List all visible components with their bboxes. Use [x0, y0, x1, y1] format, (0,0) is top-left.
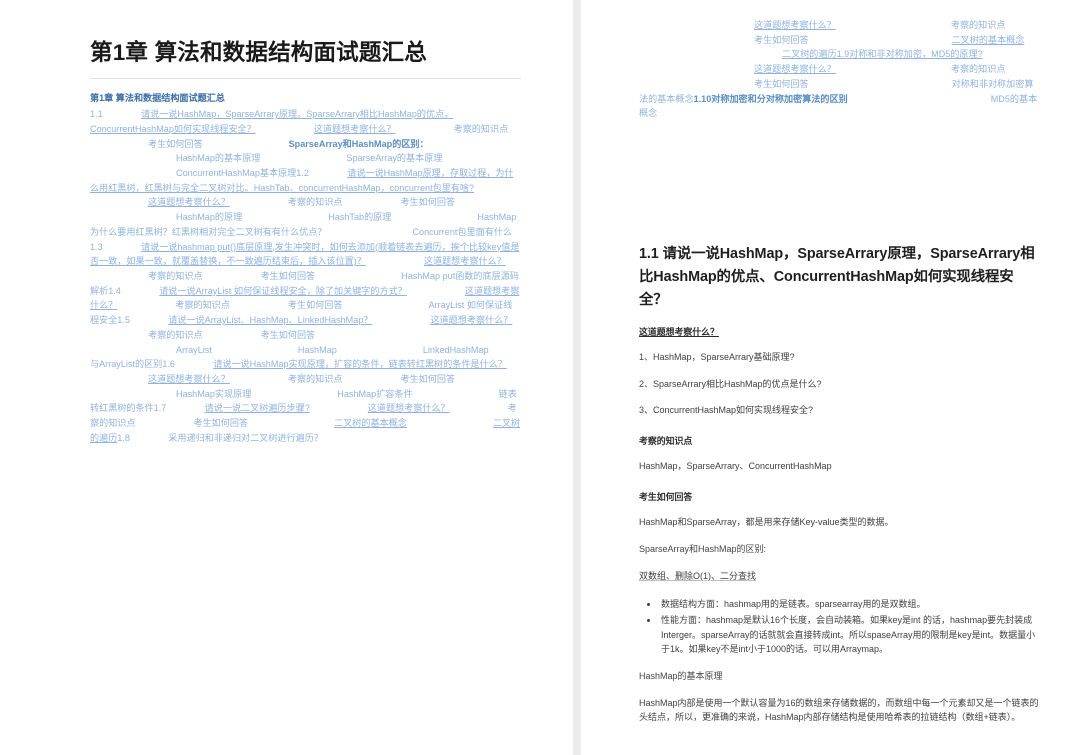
difference-summary: 双数组、删除O(1)、二分查找	[639, 570, 757, 581]
toc-right-entry[interactable]: 考察的知识点	[836, 64, 1006, 74]
toc-left-entry[interactable]: 这道题想考察什么？	[372, 315, 512, 325]
difference-bullets: 数据结构方面：hashmap用的是链表。sparsearray用的是双数组。性能…	[639, 597, 1040, 657]
toc-entry-label: 请说一说二叉树遍历步骤?	[204, 403, 310, 414]
toc-left-entry[interactable]: 考生如何回答	[90, 139, 203, 149]
toc-right-entry[interactable]: 考察的知识点	[836, 20, 1006, 30]
toc-left-entry[interactable]: 这道题想考察什么？	[366, 256, 506, 266]
toc-left-entry[interactable]: HashMap	[212, 345, 337, 355]
table-of-contents-left: 第1章 算法和数据结构面试题汇总 1.1 请说一说HashMap，SparseAr…	[90, 91, 521, 445]
toc-left-entry[interactable]: HashMap的原理	[90, 212, 242, 222]
toc-left-entry[interactable]: HashMap扩容条件	[251, 389, 412, 399]
toc-left-entry[interactable]: 这道题想考察什么？	[90, 197, 230, 207]
knowledge-label: 考察的知识点	[639, 435, 693, 446]
document-spread: 第1章 算法和数据结构面试题汇总 第1章 算法和数据结构面试题汇总 1.1 请说一…	[0, 0, 1080, 755]
section-title: 1.1 请说一说HashMap，SparseArrary原理，SparseArr…	[639, 246, 1035, 308]
toc-entry-number: 1.1	[90, 109, 103, 120]
toc-right-entry[interactable]: 考生如何回答	[639, 35, 809, 45]
question-item: 3、ConcurrentHashMap如何实现线程安全?	[639, 405, 814, 416]
toc-entry-label: 请说一说ArrayList 如何保证线程安全，除了加关键字的方式？	[159, 285, 407, 296]
toc-entry-label: 请说一说HashMap实现原理，扩容的条件，链表转红黑树的条件是什么？	[213, 359, 507, 370]
toc-left-entry[interactable]: 考察的知识点	[230, 374, 343, 384]
section-content: 1.1 请说一说HashMap，SparseArrary原理，SparseArr…	[639, 243, 1040, 725]
toc-left-entry[interactable]: 考生如何回答	[342, 374, 455, 384]
toc-left-entry[interactable]: 考察的知识点	[90, 271, 203, 281]
toc-left-entry[interactable]: 二叉树的基本概念	[248, 418, 407, 428]
toc-left-entry[interactable]: LinkedHashMap	[337, 345, 489, 355]
toc-left-entry[interactable]: ConcurrentHashMap基本原理	[90, 168, 296, 178]
toc-left-entry[interactable]: 考察的知识点	[117, 300, 230, 310]
answer-label: 考生如何回答	[639, 491, 693, 502]
toc-left-entry[interactable]: 考生如何回答	[342, 197, 455, 207]
toc-right-entry[interactable]: 这道题想考察什么？	[639, 20, 836, 30]
table-of-contents-right: 这道题想考察什么？ 考察的知识点考生如何回答 二叉树的基本概念二叉树的遍历1.9对称…	[639, 18, 1040, 121]
toc-right-entry[interactable]: 考生如何回答	[639, 79, 809, 89]
toc-left-entry[interactable]: Concurrent包里面有什么	[326, 227, 512, 237]
toc-left-entry[interactable]: HashMap实现原理	[90, 389, 251, 399]
toc-entry-number: 1.7	[153, 403, 167, 414]
toc-left-entry[interactable]: 这道题想考察什么？	[256, 124, 396, 134]
toc-left-entry[interactable]: 考生如何回答	[203, 330, 316, 340]
toc-left-entry[interactable]: 1.4 请说一说ArrayList 如何保证线程安全，除了加关键字的方式？	[108, 286, 407, 296]
principle-label: HashMap的基本原理	[639, 670, 723, 681]
toc-entry-number: 1.6	[162, 359, 175, 370]
toc-left-entry[interactable]: 考生如何回答	[203, 271, 316, 281]
toc-left-entry[interactable]: 这道题想考察什么？	[90, 374, 230, 384]
toc-left-list: 1.1 请说一说HashMap，SparseArrary原理。SparseArra…	[90, 107, 521, 446]
toc-right-entry[interactable]: 1.9对称和非对称加密，MD5的原理?	[837, 49, 983, 59]
question-item: 2、SparseArrary相比HashMap的优点是什么?	[639, 378, 822, 389]
title-divider	[90, 78, 521, 80]
toc-left-entry[interactable]: HashTab的原理	[242, 212, 391, 222]
toc-entry-number: 1.3	[90, 241, 103, 252]
toc-right-entry[interactable]: 这道题想考察什么？	[639, 64, 836, 74]
toc-left-entry[interactable]: 考察的知识点	[90, 330, 203, 340]
toc-entry-label: 采用递归和非递归对二叉树进行遍历？	[168, 432, 323, 443]
toc-left-entry[interactable]: 这道题想考察什么？	[310, 403, 450, 413]
toc-left-entry[interactable]: 考生如何回答	[230, 300, 343, 310]
toc-root-link[interactable]: 第1章 算法和数据结构面试题汇总	[90, 91, 521, 106]
toc-entry-number: 1.8	[117, 432, 130, 443]
toc-left-entry[interactable]: 1.7 请说一说二叉树遍历步骤?	[154, 403, 310, 413]
toc-left-entry[interactable]: 考察的知识点	[396, 124, 509, 134]
toc-entry-number: 1.2	[296, 167, 309, 178]
page-left: 第1章 算法和数据结构面试题汇总 第1章 算法和数据结构面试题汇总 1.1 请说一…	[0, 0, 573, 755]
page-gutter	[573, 0, 581, 755]
toc-entry-number: 1.5	[117, 315, 130, 326]
knowledge-text: HashMap，SparseArrary、ConcurrentHashMap	[639, 460, 832, 471]
question-item: 1、HashMap，SparseArrary基础原理?	[639, 352, 795, 363]
toc-right-entry[interactable]: 二叉树的基本概念	[809, 35, 1025, 45]
toc-left-entry[interactable]: 考察的知识点	[230, 197, 343, 207]
question-list: 1、HashMap，SparseArrary基础原理? 2、SparseArrar…	[639, 351, 1040, 418]
toc-left-entry[interactable]: SparseArray的基本原理	[260, 153, 442, 163]
toc-left-entry[interactable]: SparseArray和HashMap的区别：	[203, 139, 429, 149]
page-right: 这道题想考察什么？ 考察的知识点考生如何回答 二叉树的基本概念二叉树的遍历1.9对称…	[581, 0, 1080, 755]
answer-intro: HashMap和SparseArray，都是用来存储Key-value类型的数据…	[639, 516, 894, 527]
toc-entry-number: 1.4	[108, 285, 121, 296]
toc-left-entry[interactable]: 1.8 采用递归和非递归对二叉树进行遍历？	[117, 433, 323, 443]
toc-left-entry[interactable]: 1.5 请说一说ArrayList、HashMap、LinkedHashMap？	[117, 315, 372, 325]
toc-left-entry[interactable]: HashMap的基本原理	[90, 153, 260, 163]
toc-left-entry[interactable]: 考生如何回答	[135, 418, 248, 428]
lead-question-label: 这道题想考察什么？	[639, 327, 719, 338]
toc-right-entry[interactable]: 二叉树的遍历	[639, 49, 837, 59]
toc-entry-label: 请说一说ArrayList、HashMap、LinkedHashMap？	[168, 315, 373, 326]
bullet-item: 性能方面：hashmap是默认16个长度，会自动装箱。如果key是int 的话，…	[659, 613, 1040, 657]
toc-left-entry[interactable]: ArrayList	[90, 345, 212, 355]
page-title: 第1章 算法和数据结构面试题汇总	[90, 40, 427, 65]
bullet-item: 数据结构方面：hashmap用的是链表。sparsearray用的是双数组。	[659, 597, 1040, 612]
difference-label: SparseArray和HashMap的区别:	[639, 543, 767, 554]
toc-right-list: 这道题想考察什么？ 考察的知识点考生如何回答 二叉树的基本概念二叉树的遍历1.9对称…	[639, 18, 1040, 121]
toc-left-entry[interactable]: 1.6 请说一说HashMap实现原理，扩容的条件，链表转红黑树的条件是什么？	[162, 359, 507, 369]
principle-text: HashMap内部是使用一个默认容量为16的数组来存储数据的，而数组中每一个元素…	[639, 697, 1039, 722]
toc-right-entry[interactable]: 1.10对称加密和分对称加密算法的区别	[694, 94, 848, 104]
